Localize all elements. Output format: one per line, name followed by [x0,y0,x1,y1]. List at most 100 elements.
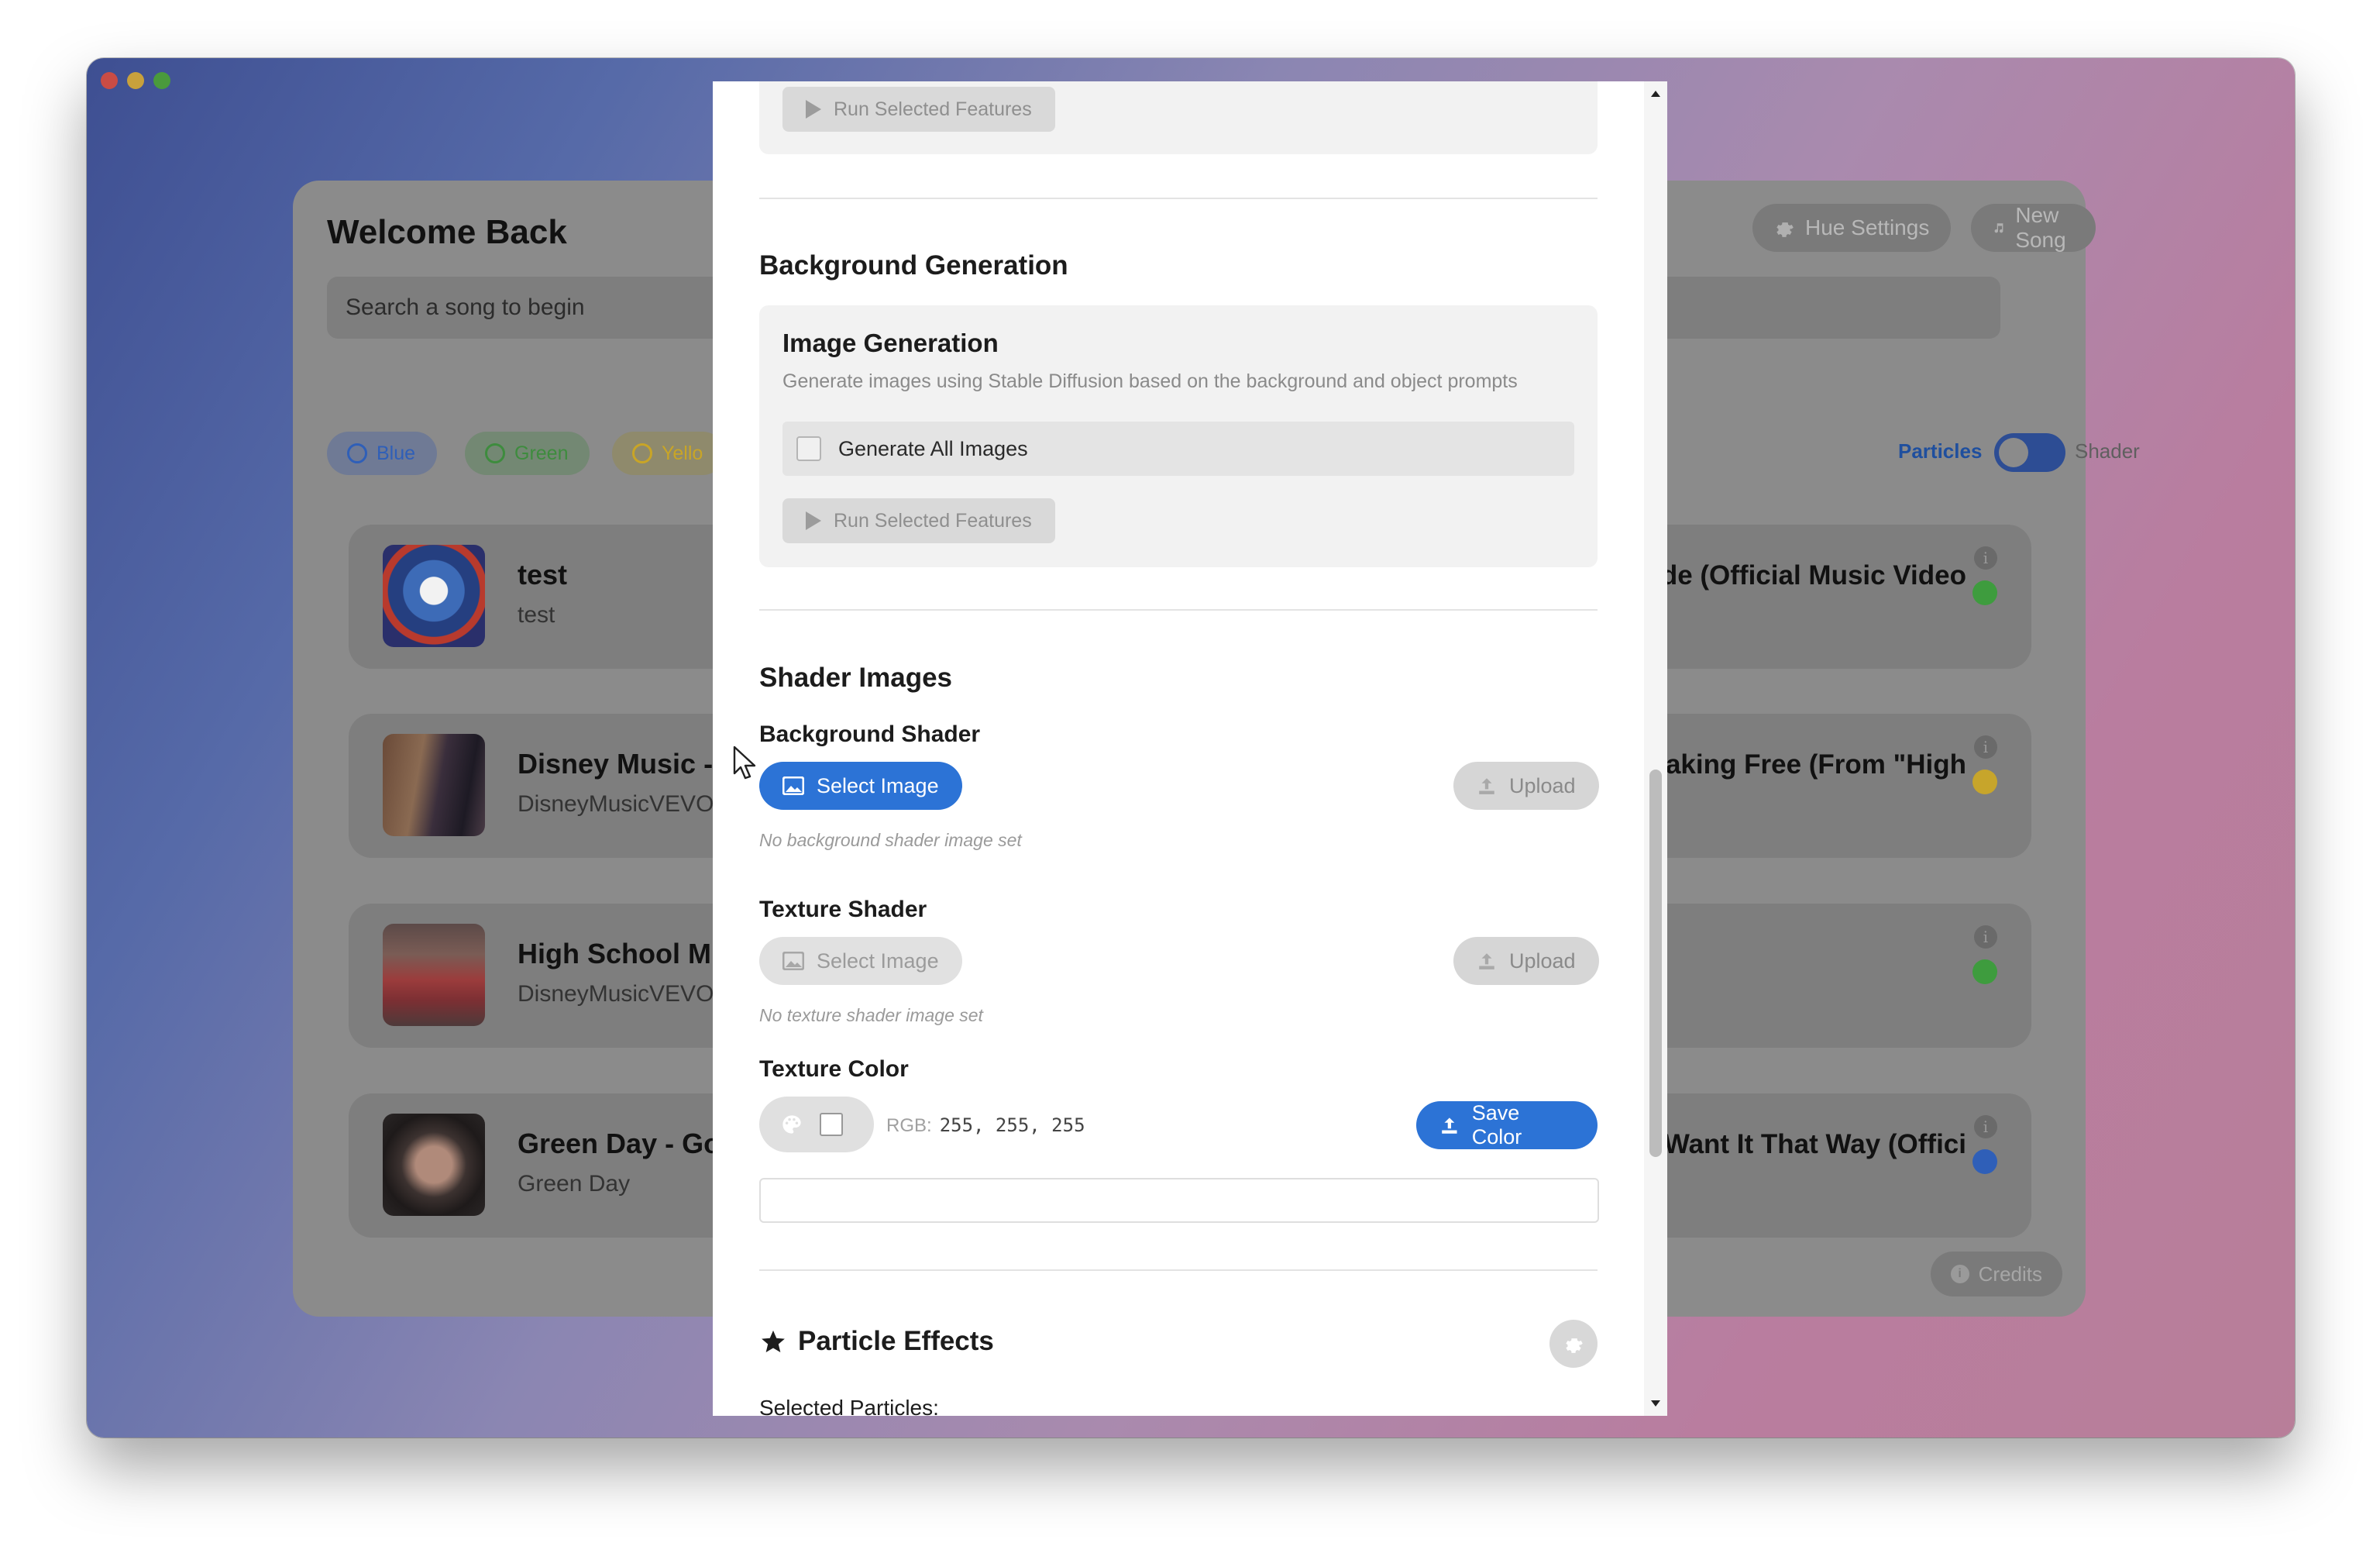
song-title: High School Mu [518,938,728,969]
mouse-cursor-icon [733,746,756,780]
song-title: test [518,559,568,591]
info-icon[interactable]: i [1974,546,1997,570]
image-generation-title: Image Generation [782,329,999,357]
chip-label: Blue [377,442,416,464]
run-button-label: Run Selected Features [834,98,1032,120]
select-image-label: Select Image [817,773,939,797]
modal-scrollbar[interactable] [1644,81,1667,1416]
info-icon[interactable]: i [1974,1115,1997,1138]
credits-button[interactable]: i Credits [1930,1252,2062,1296]
scroll-up-arrow[interactable] [1651,91,1660,97]
particle-effects-header: Particle Effects [759,1326,994,1357]
info-icon[interactable]: i [1974,735,1997,759]
close-window-button[interactable] [101,72,118,89]
particles-shader-toggle[interactable] [1994,433,2065,472]
settings-modal: Run Selected Features Background Generat… [713,81,1667,1416]
song-thumbnail [383,1114,485,1216]
status-dot [1972,770,1997,794]
song-artist: Green Day [518,1171,631,1197]
upload-label: Upload [1509,949,1576,973]
chip-green[interactable]: Green [465,432,590,475]
rgb-readout: RGB: 255, 255, 255 [886,1114,1085,1137]
background-shader-note: No background shader image set [759,830,1022,850]
song-right-title: Want It That Way (Offici [1663,1129,1966,1159]
background-select-image-button[interactable]: Select Image [759,762,962,810]
upload-icon [1479,778,1494,794]
run-button-label: Run Selected Features [834,509,1032,532]
scrollbar-thumb[interactable] [1649,770,1662,1157]
run-selected-features-button[interactable]: Run Selected Features [782,498,1055,543]
select-image-label: Select Image [817,949,939,973]
status-dot [1972,1149,1997,1174]
circle-icon [347,443,367,463]
info-icon: i [1950,1265,1969,1283]
page-title: Welcome Back [327,213,567,251]
background-upload-button[interactable]: Upload [1453,762,1599,810]
toggle-knob [1999,438,2028,467]
play-icon [806,100,821,119]
info-icon[interactable]: i [1974,925,1997,949]
image-generation-box: Image Generation Generate images using S… [759,305,1598,567]
color-value-input[interactable] [759,1178,1599,1223]
new-song-button[interactable]: New Song [1971,203,2096,252]
upload-icon [1442,1117,1457,1134]
image-icon [782,952,804,970]
status-dot [1972,959,1997,984]
image-generation-description: Generate images using Stable Diffusion b… [782,370,1518,392]
toggle-label-shader: Shader [2075,439,2140,463]
chip-yellow[interactable]: Yello [612,432,725,475]
song-thumbnail [383,545,485,647]
star-icon [762,1330,785,1353]
upload-icon [1479,953,1494,969]
play-icon [806,511,821,530]
song-title: Green Day - Go [518,1128,721,1159]
new-song-label: New Song [2015,203,2066,252]
hue-settings-label: Hue Settings [1805,215,1930,239]
selected-particles-label: Selected Particles: [759,1396,939,1416]
texture-color-label: Texture Color [759,1056,909,1082]
generate-all-checkbox[interactable] [796,436,821,461]
song-artist: DisneyMusicVEVO [518,791,714,817]
generate-all-images-row[interactable]: Generate All Images [782,422,1574,476]
image-icon [782,776,804,795]
minimize-window-button[interactable] [127,72,144,89]
divider [759,1269,1598,1271]
credits-label: Credits [1978,1262,2042,1286]
scroll-down-arrow[interactable] [1651,1400,1660,1407]
texture-select-image-button[interactable]: Select Image [759,937,962,985]
shader-images-heading: Shader Images [759,663,952,693]
particle-effects-heading: Particle Effects [798,1326,994,1356]
feature-box-top: Run Selected Features [759,81,1598,154]
gear-icon [1566,1338,1583,1353]
hue-settings-button[interactable]: Hue Settings [1752,204,1952,252]
texture-shader-note: No texture shader image set [759,1005,983,1025]
texture-upload-button[interactable]: Upload [1453,937,1599,985]
divider [759,609,1598,611]
divider [759,198,1598,199]
save-color-label: Save Color [1471,1101,1522,1148]
song-thumbnail [383,924,485,1026]
background-shader-label: Background Shader [759,721,981,747]
rgb-value: 255, 255, 255 [939,1114,1085,1136]
maximize-window-button[interactable] [153,72,170,89]
rgb-prefix: RGB: [886,1115,932,1136]
gear-icon [1776,222,1794,237]
song-title: Disney Music - [518,748,714,780]
chip-label: Green [514,442,569,464]
status-dot [1972,580,1997,605]
run-selected-features-button[interactable]: Run Selected Features [782,87,1055,132]
upload-label: Upload [1509,773,1576,797]
background-generation-heading: Background Generation [759,250,1068,281]
color-swatch [820,1113,843,1136]
save-color-button[interactable]: Save Color [1416,1101,1598,1149]
song-right-title: de (Official Music Video [1660,560,1966,591]
chip-blue[interactable]: Blue [327,432,438,475]
color-picker-button[interactable] [759,1097,874,1152]
song-artist: DisneyMusicVEVO [518,981,714,1007]
song-right-title: aking Free (From "High [1665,749,1966,780]
texture-shader-label: Texture Shader [759,897,927,922]
window-controls [101,72,170,89]
particle-settings-button[interactable] [1549,1320,1598,1368]
song-thumbnail [383,734,485,836]
palette-icon [782,1115,801,1134]
